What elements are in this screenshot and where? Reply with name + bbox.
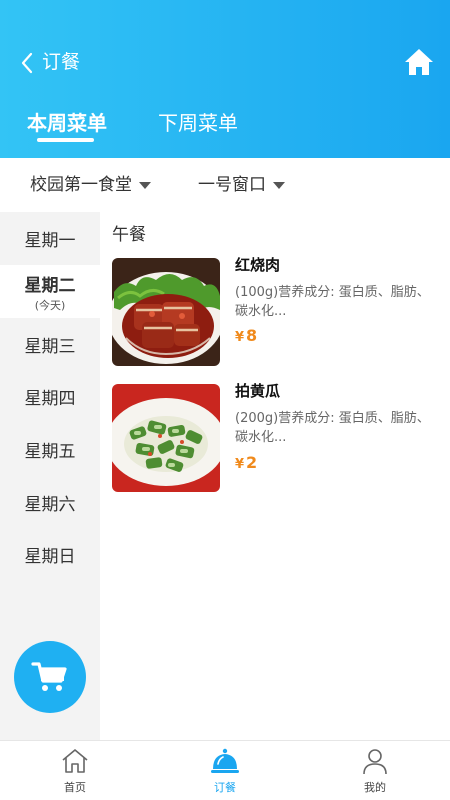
dish-name[interactable]: 红烧肉: [235, 255, 280, 275]
active-tab-indicator: [37, 138, 94, 142]
chevron-left-icon[interactable]: [14, 48, 44, 78]
canteen-label: 校园第一食堂: [30, 175, 132, 195]
price-value: 2: [246, 453, 258, 472]
day-label: 星期一: [24, 230, 76, 251]
canteen-dropdown[interactable]: 校园第一食堂: [30, 172, 151, 198]
sidebar-item-friday[interactable]: 星期五: [0, 423, 100, 475]
sidebar-item-tuesday[interactable]: 星期二 (今天): [0, 265, 100, 318]
sidebar-item-saturday[interactable]: 星期六: [0, 476, 100, 528]
dish-price: ¥8: [235, 325, 257, 347]
nav-me-label: 我的: [364, 781, 386, 794]
today-label: (今天): [34, 298, 66, 312]
day-label: 星期三: [24, 336, 76, 357]
header-bar: 订餐 本周菜单 下周菜单: [0, 0, 450, 158]
cloche-icon: [211, 748, 239, 773]
day-label: 星期五: [24, 441, 76, 462]
dish-image-braised-pork[interactable]: [112, 258, 220, 366]
tab-this-week[interactable]: 本周菜单: [27, 108, 107, 138]
day-label: 星期二: [24, 275, 76, 296]
window-dropdown[interactable]: 一号窗口: [198, 172, 285, 198]
nav-home[interactable]: 首页: [0, 741, 150, 800]
page-title: 订餐: [42, 51, 81, 73]
smashed-cucumber-photo: [112, 384, 220, 492]
dish-description: (100g)营养成分: 蛋白质、脂肪、碳水化...: [235, 285, 430, 319]
window-label: 一号窗口: [198, 175, 266, 195]
caret-down-icon: [139, 181, 151, 189]
home-icon[interactable]: [402, 46, 436, 78]
user-icon: [363, 749, 387, 775]
currency-symbol: ¥: [235, 330, 245, 345]
nav-home-label: 首页: [64, 781, 86, 794]
sidebar-item-sunday[interactable]: 星期日: [0, 528, 100, 580]
sidebar-item-thursday[interactable]: 星期四: [0, 370, 100, 422]
sidebar-item-monday[interactable]: 星期一: [0, 212, 100, 264]
filter-bar: 校园第一食堂 一号窗口: [0, 158, 450, 212]
cart-icon: [31, 662, 67, 691]
currency-symbol: ¥: [235, 457, 245, 472]
day-label: 星期六: [24, 494, 76, 515]
dish-image-smashed-cucumber[interactable]: [112, 384, 220, 492]
dish-description: (200g)营养成分: 蛋白质、脂肪、碳水化...: [235, 411, 430, 445]
meal-section-title: 午餐: [112, 225, 146, 245]
day-label: 星期四: [24, 388, 76, 409]
sidebar-item-wednesday[interactable]: 星期三: [0, 318, 100, 370]
nav-me[interactable]: 我的: [300, 741, 450, 800]
bottom-nav: 首页 订餐 我的: [0, 740, 450, 800]
cart-button[interactable]: [14, 641, 86, 713]
price-value: 8: [246, 326, 258, 345]
braised-pork-photo: [112, 258, 220, 366]
nav-order[interactable]: 订餐: [150, 741, 300, 800]
dish-name[interactable]: 拍黄瓜: [235, 381, 280, 401]
tab-next-week[interactable]: 下周菜单: [158, 108, 238, 138]
nav-order-label: 订餐: [214, 781, 236, 794]
day-label: 星期日: [24, 546, 76, 567]
caret-down-icon: [273, 181, 285, 189]
home-outline-icon: [62, 749, 88, 773]
dish-price: ¥2: [235, 452, 257, 474]
